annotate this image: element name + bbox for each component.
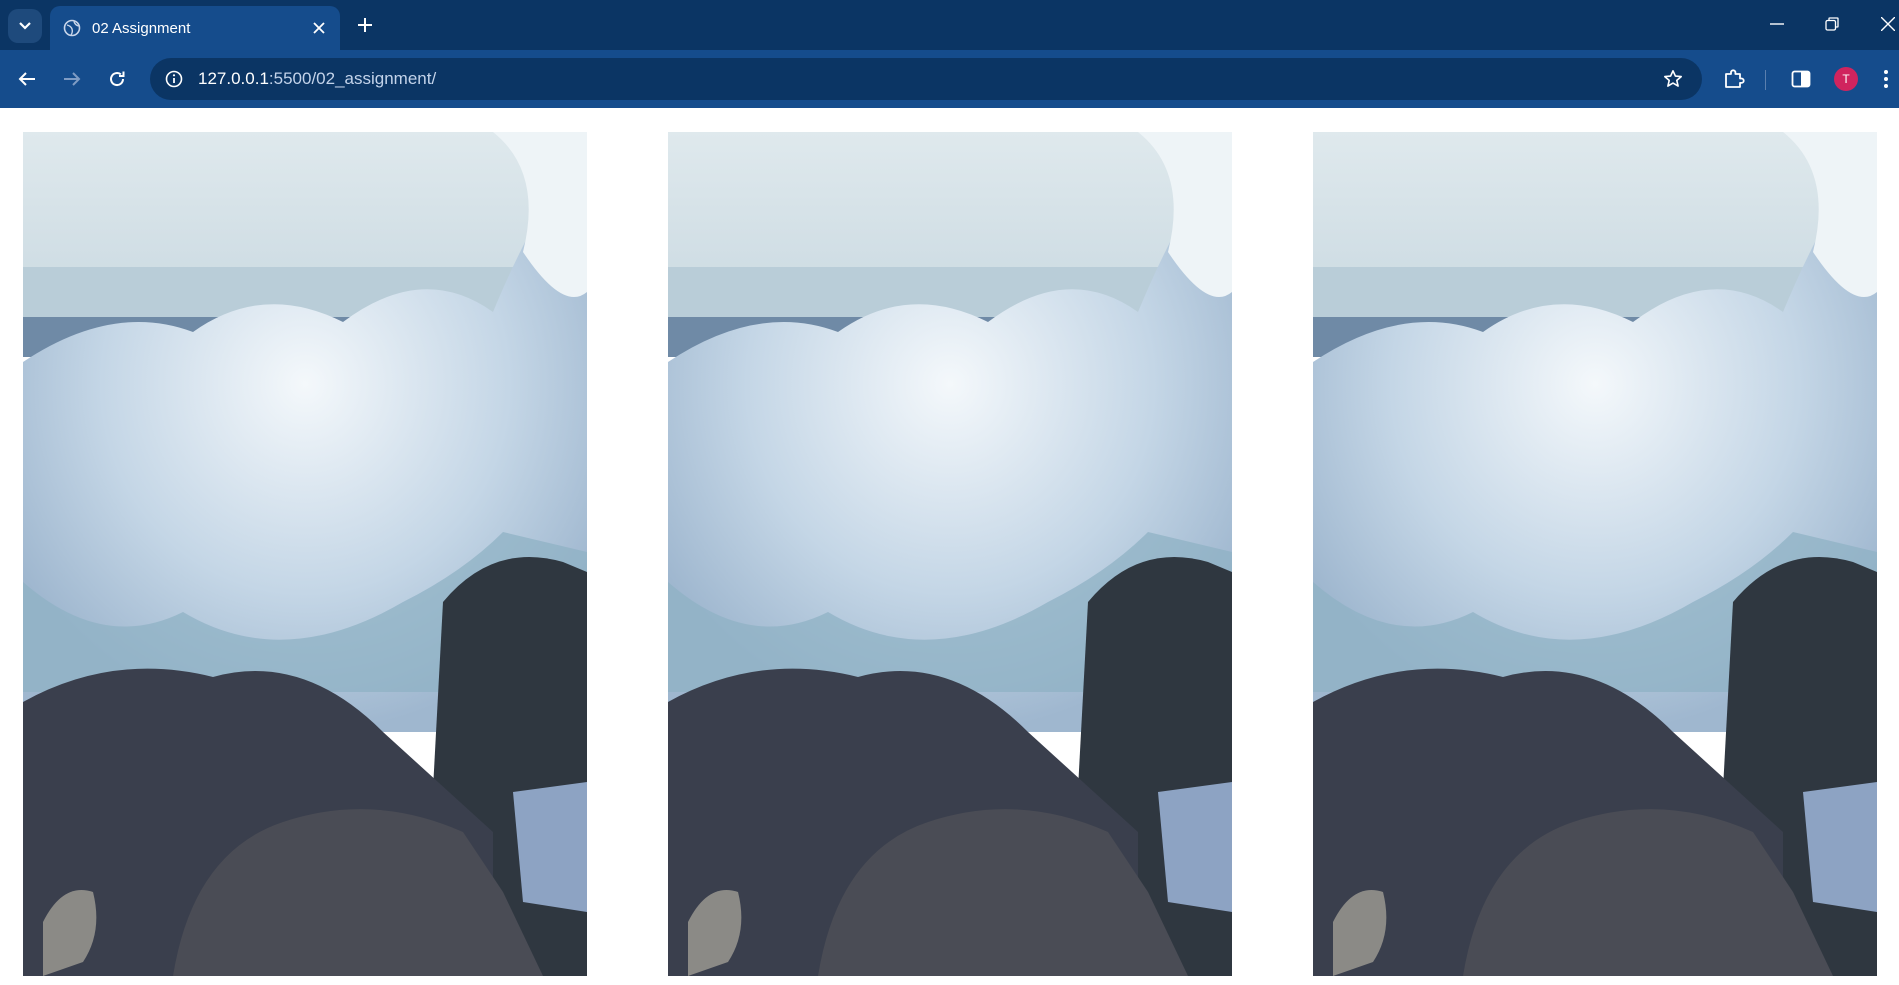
browser-toolbar: 127.0.0.1:5500/02_assignment/ T	[0, 50, 1899, 108]
wave-image	[23, 132, 587, 976]
chevron-down-icon	[19, 22, 31, 30]
restore-icon	[1825, 17, 1839, 31]
page-viewport	[0, 108, 1899, 985]
globe-icon	[62, 18, 82, 38]
avatar: T	[1834, 67, 1858, 91]
wave-image	[1313, 132, 1877, 976]
minimize-icon	[1770, 23, 1784, 25]
active-tab[interactable]: 02 Assignment	[50, 6, 340, 50]
back-button[interactable]	[9, 61, 45, 97]
kebab-menu-icon	[1884, 70, 1888, 88]
tab-strip: 02 Assignment	[0, 0, 1899, 50]
arrow-left-icon	[18, 72, 35, 86]
restore-button[interactable]	[1810, 6, 1854, 42]
minimize-button[interactable]	[1755, 6, 1799, 42]
wave-image	[668, 132, 1232, 976]
plus-icon	[358, 18, 372, 32]
url-host: 127.0.0.1	[198, 69, 269, 88]
wave-photo-1	[23, 132, 587, 976]
forward-button[interactable]	[54, 61, 90, 97]
url-path: :5500/02_assignment/	[268, 69, 437, 88]
menu-button[interactable]	[1874, 61, 1898, 97]
arrow-right-icon	[64, 72, 81, 86]
extensions-button[interactable]	[1716, 61, 1752, 97]
bookmark-star-icon[interactable]	[1658, 64, 1688, 94]
puzzle-icon	[1725, 69, 1745, 88]
wave-photo-2	[668, 132, 1232, 976]
new-tab-button[interactable]	[350, 10, 380, 40]
close-window-button[interactable]	[1866, 6, 1899, 42]
close-icon[interactable]	[304, 13, 334, 43]
reload-icon	[110, 71, 125, 87]
close-icon	[1881, 17, 1895, 31]
tab-title: 02 Assignment	[92, 19, 191, 37]
profile-button[interactable]: T	[1828, 61, 1864, 97]
browser-chrome: 02 Assignment 127.0.0.1:5500/02_assignme…	[0, 0, 1899, 108]
reload-button[interactable]	[99, 61, 135, 97]
side-panel-icon	[1791, 70, 1811, 88]
toolbar-divider	[1765, 70, 1766, 90]
tab-search-button[interactable]	[8, 9, 42, 43]
wave-photo-3	[1313, 132, 1877, 976]
site-info-icon[interactable]	[154, 58, 194, 100]
side-panel-button[interactable]	[1783, 61, 1819, 97]
address-bar[interactable]: 127.0.0.1:5500/02_assignment/	[150, 58, 1702, 100]
url-text: 127.0.0.1:5500/02_assignment/	[198, 69, 436, 89]
